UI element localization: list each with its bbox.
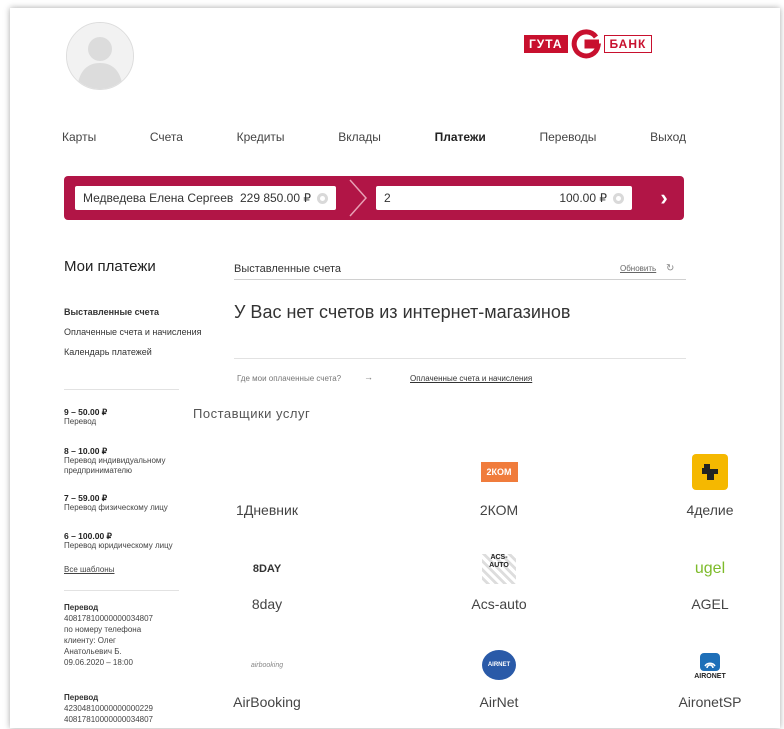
logo-g-icon <box>571 29 601 59</box>
user-silhouette-icon <box>67 23 133 89</box>
acs-auto-logo-icon: ACS-AUTO <box>482 554 516 584</box>
empty-state-title: У Вас нет счетов из интернет-магазинов <box>234 302 571 322</box>
provider-tile[interactable]: AIRONET AironetSP <box>650 646 770 710</box>
nav-item-logout[interactable]: Выход <box>650 130 686 144</box>
submit-arrow-icon[interactable]: › <box>654 185 674 211</box>
logo-left-text: ГУТА <box>524 35 568 53</box>
template-amount: 7 – 59.00 ₽ <box>64 493 108 503</box>
sidebar-item-invoices[interactable]: Выставленные счета <box>64 307 159 317</box>
app-window: ГУТА БАНК Карты Счета Кредиты Вклады Пла… <box>10 8 780 728</box>
aironet-logo-text: AIRONET <box>694 672 726 680</box>
provider-tile[interactable]: AIRNET AirNet <box>434 646 564 710</box>
provider-name: 1Дневник <box>236 502 298 518</box>
template-item[interactable]: 9 – 50.00 ₽ Перевод <box>64 407 184 427</box>
source-account-balance: 229 850.00 ₽ <box>239 191 311 205</box>
provider-name: Acs-auto <box>471 596 527 612</box>
sidebar-item-paid[interactable]: Оплаченные счета и начисления <box>64 327 202 337</box>
provider-tile[interactable]: 2КОМ 2КОМ <box>434 452 564 518</box>
arrow-right-icon: → <box>364 372 373 382</box>
source-account-name: Медведева Елена Сергеев... <box>83 191 234 205</box>
provider-tile[interactable]: 8DAY 8day <box>202 552 332 612</box>
transfer-item[interactable]: Перевод 42304810000000000229 40817810000… <box>64 692 184 725</box>
template-desc: Перевод индивидуальному предпринимателю <box>64 456 166 475</box>
template-amount: 6 – 100.00 ₽ <box>64 531 112 541</box>
template-desc: Перевод физическому лицу <box>64 503 168 512</box>
template-item[interactable]: 6 – 100.00 ₽ Перевод юридическому лицу <box>64 531 184 551</box>
airbooking-logo-icon: airbooking <box>250 661 284 669</box>
provider-tile[interactable]: ugel AGEL <box>650 552 770 612</box>
provider-name: AirBooking <box>233 694 301 710</box>
refresh-icon[interactable]: ↻ <box>666 263 674 274</box>
clear-icon[interactable] <box>613 192 624 204</box>
provider-tile[interactable]: ACS-AUTO Acs-auto <box>434 552 564 612</box>
divider <box>234 279 686 280</box>
divider <box>64 590 179 591</box>
template-amount: 8 – 10.00 ₽ <box>64 446 108 456</box>
nav-item-transfers[interactable]: Переводы <box>539 130 596 144</box>
tab-invoices[interactable]: Выставленные счета <box>234 263 686 275</box>
bank-logo[interactable]: ГУТА БАНК <box>524 27 653 61</box>
logo-right-text: БАНК <box>603 35 653 53</box>
transfer-item[interactable]: Перевод 40817810000000034807 по номеру т… <box>64 602 184 668</box>
provider-name: AironetSP <box>678 694 742 710</box>
template-item[interactable]: 7 – 59.00 ₽ Перевод физическому лицу <box>64 493 184 513</box>
8day-logo-icon: 8DAY <box>252 563 282 575</box>
template-desc: Перевод юридическому лицу <box>64 541 173 550</box>
paid-invoices-question: Где мои оплаченные счета? <box>237 374 342 383</box>
provider-logo-empty <box>202 452 332 492</box>
avatar[interactable] <box>66 22 134 90</box>
transfer-title: Перевод <box>64 693 99 702</box>
transfer-line: по номеру телефона <box>64 625 142 634</box>
template-amount: 9 – 50.00 ₽ <box>64 407 108 417</box>
transfer-line: 40817810000000034807 <box>64 614 153 623</box>
nav-item-accounts[interactable]: Счета <box>150 130 183 144</box>
nav-item-deposits[interactable]: Вклады <box>338 130 381 144</box>
nav-item-cards[interactable]: Карты <box>62 130 96 144</box>
payment-target-value: 2 <box>384 191 391 205</box>
transfer-line: 42304810000000000229 <box>64 704 153 713</box>
provider-name: AGEL <box>691 596 729 612</box>
sidebar-title: Мои платежи <box>64 258 156 275</box>
paid-invoices-link[interactable]: Оплаченные счета и начисления <box>410 374 532 383</box>
quick-payment-bar: Медведева Елена Сергеев... 229 850.00 ₽ … <box>64 176 684 220</box>
transfer-line: 09.06.2020 – 18:00 <box>64 658 133 667</box>
chevron-right-icon <box>349 179 368 217</box>
nav-item-credits[interactable]: Кредиты <box>237 130 285 144</box>
provider-name: 2КОМ <box>479 502 519 518</box>
divider <box>234 358 686 359</box>
all-templates-link[interactable]: Все шаблоны <box>64 565 184 575</box>
divider <box>64 389 179 390</box>
agel-logo-icon: ugel <box>694 560 726 577</box>
provider-name: 4делие <box>686 502 734 518</box>
refresh-link[interactable]: Обновить <box>620 264 656 273</box>
provider-tile[interactable]: airbooking AirBooking <box>202 646 332 711</box>
transfer-title: Перевод <box>64 603 99 612</box>
chip-icon <box>692 454 728 490</box>
clear-icon[interactable] <box>317 192 328 204</box>
template-item[interactable]: 8 – 10.00 ₽ Перевод индивидуальному пред… <box>64 446 184 476</box>
provider-name: AirNet <box>479 694 519 710</box>
airnet-logo-icon: AIRNET <box>482 650 516 680</box>
providers-title: Поставщики услуг <box>193 406 311 421</box>
2kom-logo-icon: 2КОМ <box>480 462 518 482</box>
nav-item-payments[interactable]: Платежи <box>435 130 486 144</box>
template-desc: Перевод <box>64 417 97 426</box>
transfer-line: 40817810000000034807 <box>64 715 153 724</box>
provider-tile[interactable]: 1Дневник <box>202 452 332 518</box>
payment-target-field[interactable]: 2 100.00 ₽ <box>376 186 632 210</box>
transfer-line: Анатольевич Б. <box>64 647 122 656</box>
wifi-icon <box>700 652 720 671</box>
payment-amount: 100.00 ₽ <box>559 191 607 205</box>
source-account-field[interactable]: Медведева Елена Сергеев... 229 850.00 ₽ <box>75 186 336 210</box>
main-nav: Карты Счета Кредиты Вклады Платежи Перев… <box>62 130 686 144</box>
sidebar-item-calendar[interactable]: Календарь платежей <box>64 347 152 357</box>
provider-name: 8day <box>251 596 283 612</box>
provider-tile[interactable]: 4делие <box>650 452 770 518</box>
transfer-line: клиенту: Олег <box>64 636 116 645</box>
